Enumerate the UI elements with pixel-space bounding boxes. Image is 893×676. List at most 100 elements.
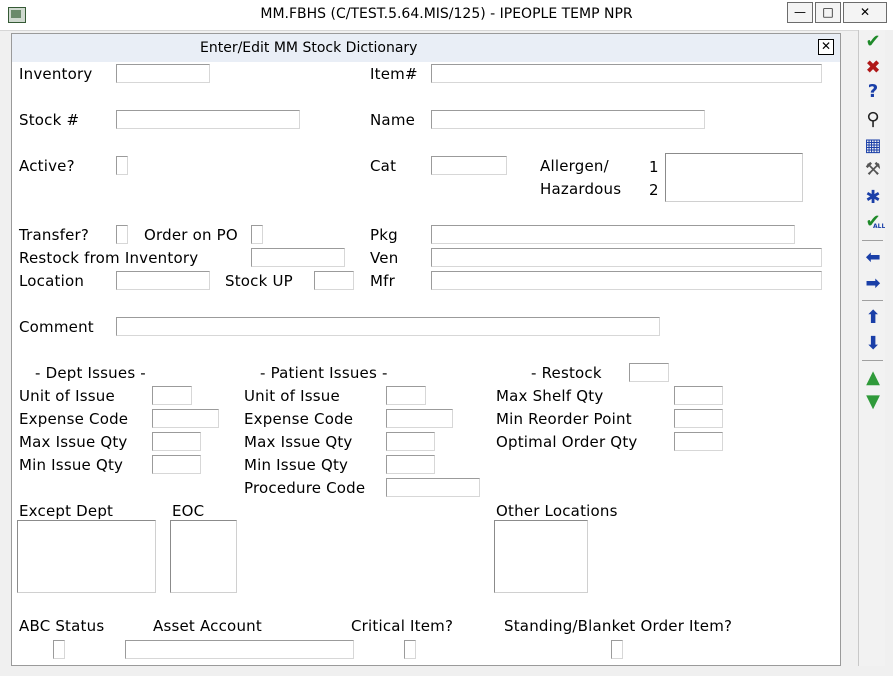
table-edit-icon[interactable]: ▦ — [863, 136, 883, 156]
procedure-code-field[interactable] — [386, 478, 480, 497]
dept-min-issue-qty-field[interactable] — [152, 455, 201, 474]
form-header: Enter/Edit MM Stock Dictionary ✕ — [12, 34, 840, 62]
active-label: Active? — [19, 157, 75, 175]
other-locations-list[interactable] — [494, 520, 588, 593]
eoc-list[interactable] — [170, 520, 237, 593]
toolbar-separator — [862, 300, 883, 301]
stock-no-field[interactable] — [116, 110, 300, 129]
active-checkbox[interactable] — [116, 156, 128, 175]
inventory-field[interactable] — [116, 64, 210, 83]
transfer-checkbox[interactable] — [116, 225, 128, 244]
form-title: Enter/Edit MM Stock Dictionary — [200, 40, 418, 56]
abc-status-field[interactable] — [53, 640, 65, 659]
dept-expense-code-label: Expense Code — [19, 410, 129, 428]
except-dept-list[interactable] — [17, 520, 156, 593]
asset-account-field[interactable] — [125, 640, 354, 659]
allergen-hazardous-list[interactable] — [665, 153, 803, 202]
patient-unit-of-issue-label: Unit of Issue — [244, 387, 340, 405]
window-edge — [885, 30, 893, 676]
max-shelf-qty-field[interactable] — [674, 386, 723, 405]
toolbar-separator — [862, 240, 883, 241]
cancel-icon[interactable]: ✖ — [863, 58, 883, 78]
location-field[interactable] — [116, 271, 210, 290]
standing-blanket-order-checkbox[interactable] — [611, 640, 623, 659]
name-field[interactable] — [431, 110, 705, 129]
patient-min-issue-qty-field[interactable] — [386, 455, 435, 474]
form-close-button[interactable]: ✕ — [818, 39, 834, 55]
lookup-icon[interactable]: ⚲ — [863, 110, 883, 130]
asset-account-label: Asset Account — [153, 617, 262, 635]
max-shelf-qty-label: Max Shelf Qty — [496, 387, 604, 405]
location-label: Location — [19, 272, 85, 290]
critical-item-checkbox[interactable] — [404, 640, 416, 659]
dept-unit-of-issue-label: Unit of Issue — [19, 387, 115, 405]
order-on-po-checkbox[interactable] — [251, 225, 263, 244]
restock-from-inventory-label: Restock from Inventory — [19, 249, 199, 267]
allergen-row-1-label: 1 — [649, 158, 659, 176]
allergen-label: Allergen/ — [540, 157, 609, 175]
patient-min-issue-qty-label: Min Issue Qty — [244, 456, 349, 474]
patient-unit-of-issue-field[interactable] — [386, 386, 426, 405]
arrow-down-icon[interactable]: ⬇ — [863, 334, 883, 354]
page-down-icon[interactable]: ▼ — [863, 392, 883, 412]
close-button[interactable]: ✕ — [843, 2, 887, 23]
patient-expense-code-field[interactable] — [386, 409, 453, 428]
except-dept-label: Except Dept — [19, 502, 114, 520]
restock-heading: - Restock — [531, 364, 602, 382]
mfr-field[interactable] — [431, 271, 822, 290]
ven-label: Ven — [370, 249, 399, 267]
arrow-left-icon[interactable]: ⬅ — [863, 248, 883, 268]
title-bar: MM.FBHS (C/TEST.5.64.MIS/125) - IPEOPLE … — [0, 0, 893, 31]
optimal-order-qty-label: Optimal Order Qty — [496, 433, 638, 451]
ven-field[interactable] — [431, 248, 822, 267]
dept-unit-of-issue-field[interactable] — [152, 386, 192, 405]
ok-all-icon[interactable]: ✔ ALL — [863, 212, 885, 232]
pkg-label: Pkg — [370, 226, 398, 244]
order-on-po-label: Order on PO — [144, 226, 238, 244]
standing-blanket-order-label: Standing/Blanket Order Item? — [504, 617, 733, 635]
action-toolbar: ✔ ✖? ⚲ ▦ ⚒ ✱ ✔ ALL ⬅ ➡ ⬆ ⬇ ▲ ▼ — [858, 30, 886, 666]
procedure-code-label: Procedure Code — [244, 479, 366, 497]
cat-label: Cat — [370, 157, 397, 175]
stock-up-label: Stock UP — [225, 272, 293, 290]
minimize-button[interactable]: — — [787, 2, 813, 23]
patient-expense-code-label: Expense Code — [244, 410, 354, 428]
comment-label: Comment — [19, 318, 94, 336]
stock-no-label: Stock # — [19, 111, 80, 129]
other-locations-label: Other Locations — [496, 502, 618, 520]
window-title: MM.FBHS (C/TEST.5.64.MIS/125) - IPEOPLE … — [260, 6, 633, 22]
name-label: Name — [370, 111, 416, 129]
cat-field[interactable] — [431, 156, 507, 175]
mfr-label: Mfr — [370, 272, 395, 290]
dept-max-issue-qty-field[interactable] — [152, 432, 201, 451]
patient-max-issue-qty-field[interactable] — [386, 432, 435, 451]
item-no-label: Item# — [370, 65, 418, 83]
arrow-up-icon[interactable]: ⬆ — [863, 308, 883, 328]
critical-item-label: Critical Item? — [351, 617, 454, 635]
restock-from-inventory-field[interactable] — [251, 248, 345, 267]
ok-icon[interactable]: ✔ — [863, 32, 883, 52]
min-reorder-point-field[interactable] — [674, 409, 723, 428]
toolbar-separator — [862, 360, 883, 361]
item-no-field[interactable] — [431, 64, 822, 83]
maximize-button[interactable]: □ — [815, 2, 841, 23]
hazardous-label: Hazardous — [540, 180, 622, 198]
optimal-order-qty-field[interactable] — [674, 432, 723, 451]
comment-field[interactable] — [116, 317, 660, 336]
pkg-field[interactable] — [431, 225, 795, 244]
arrow-right-icon[interactable]: ➡ — [863, 274, 883, 294]
dept-min-issue-qty-label: Min Issue Qty — [19, 456, 124, 474]
dept-issues-heading: - Dept Issues - — [35, 364, 146, 382]
asterisk-icon[interactable]: ✱ — [863, 188, 883, 208]
restock-field[interactable] — [629, 363, 669, 382]
stock-up-field[interactable] — [314, 271, 354, 290]
min-reorder-point-label: Min Reorder Point — [496, 410, 632, 428]
dept-expense-code-field[interactable] — [152, 409, 219, 428]
allergen-row-2-label: 2 — [649, 181, 659, 199]
dept-max-issue-qty-label: Max Issue Qty — [19, 433, 128, 451]
transfer-label: Transfer? — [19, 226, 90, 244]
tools-icon[interactable]: ⚒ — [863, 160, 883, 180]
page-up-icon[interactable]: ▲ — [863, 368, 883, 388]
help-icon[interactable]: ? — [863, 82, 883, 102]
inventory-label: Inventory — [19, 65, 93, 83]
